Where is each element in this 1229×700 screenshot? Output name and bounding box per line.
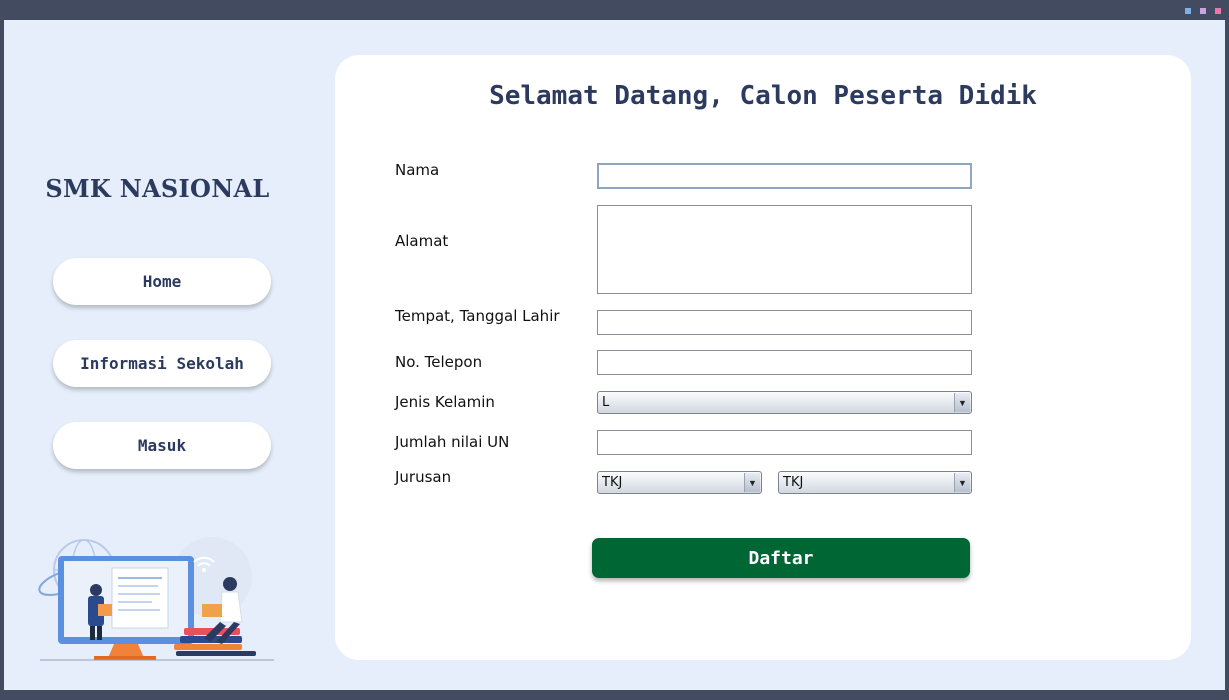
masuk-button[interactable]: Masuk: [53, 422, 271, 469]
chevron-down-icon[interactable]: ▼: [954, 393, 970, 412]
alamat-textarea[interactable]: [597, 205, 972, 294]
nama-input[interactable]: [597, 163, 972, 189]
window-controls: [1185, 8, 1221, 14]
nilai-un-label: Jumlah nilai UN: [395, 433, 510, 451]
jurusan-1-value: TKJ: [602, 475, 623, 490]
chevron-down-icon[interactable]: ▼: [954, 473, 970, 492]
minimize-icon[interactable]: [1185, 8, 1191, 14]
jenis-kelamin-value: L: [602, 395, 610, 410]
home-button[interactable]: Home: [53, 258, 271, 305]
window-border: [1225, 20, 1229, 690]
jurusan-select-1[interactable]: TKJ ▼: [597, 471, 762, 494]
telepon-label: No. Telepon: [395, 353, 483, 371]
form-title: Selamat Datang, Calon Peserta Didik: [489, 81, 1037, 111]
maximize-icon[interactable]: [1200, 8, 1206, 14]
nilai-un-input[interactable]: [597, 430, 972, 455]
window-titlebar: [0, 0, 1229, 20]
close-icon[interactable]: [1215, 8, 1221, 14]
ttl-input[interactable]: [597, 310, 972, 335]
jenis-kelamin-select[interactable]: L ▼: [597, 391, 972, 414]
telepon-input[interactable]: [597, 350, 972, 375]
student-laptop-illustration: [38, 537, 274, 661]
daftar-button[interactable]: Daftar: [592, 538, 970, 578]
informasi-sekolah-button[interactable]: Informasi Sekolah: [53, 340, 271, 387]
jurusan-label: Jurusan: [395, 468, 452, 486]
alamat-label: Alamat: [395, 232, 449, 250]
school-brand: SMK NASIONAL: [45, 174, 270, 203]
nama-label: Nama: [395, 161, 440, 179]
chevron-down-icon[interactable]: ▼: [744, 473, 760, 492]
jenis-kelamin-label: Jenis Kelamin: [395, 393, 495, 411]
jurusan-select-2[interactable]: TKJ ▼: [778, 471, 972, 494]
jurusan-2-value: TKJ: [783, 475, 804, 490]
registration-card: Selamat Datang, Calon Peserta Didik Nama…: [335, 55, 1191, 660]
ttl-label: Tempat, Tanggal Lahir: [395, 307, 560, 325]
app-window: SMK NASIONAL Home Informasi Sekolah Masu…: [4, 20, 1225, 690]
